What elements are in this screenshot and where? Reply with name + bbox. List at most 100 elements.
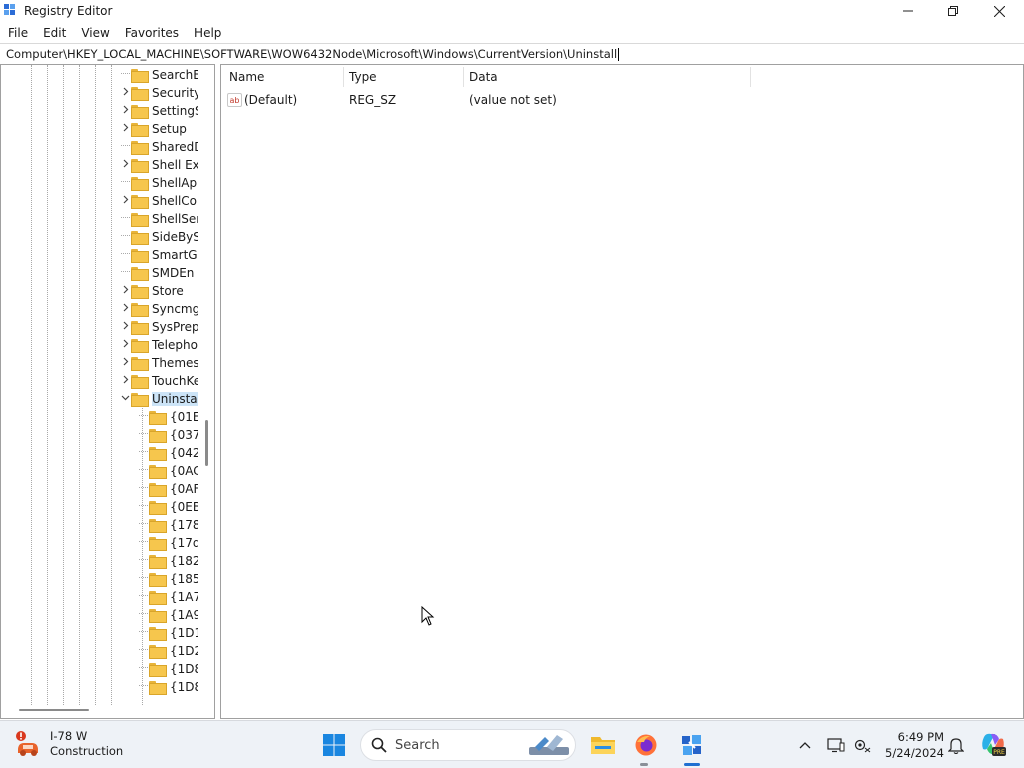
tree-subkey-item[interactable]: {0EB2 bbox=[137, 498, 198, 516]
menu-help[interactable]: Help bbox=[186, 26, 228, 40]
taskbar-search-box[interactable]: Search bbox=[360, 729, 576, 761]
value-type: REG_SZ bbox=[349, 93, 397, 107]
tree-connector bbox=[137, 591, 149, 603]
tree-subkey-item[interactable]: {01E7 bbox=[137, 408, 198, 426]
close-button[interactable] bbox=[976, 0, 1022, 22]
tree-key-item[interactable]: SMDEn bbox=[119, 264, 194, 282]
tree-key-item[interactable]: Setup bbox=[119, 120, 187, 138]
tree-key-label: SmartGl bbox=[152, 248, 198, 262]
tree-subkey-item[interactable]: {17d9 bbox=[137, 534, 198, 552]
chevron-right-icon[interactable] bbox=[119, 321, 131, 333]
tree-subkey-item[interactable]: {042c bbox=[137, 444, 198, 462]
column-header-name[interactable]: Name bbox=[229, 65, 264, 89]
tree-key-item[interactable]: Uninstal bbox=[119, 390, 198, 408]
copilot-button[interactable]: PRE bbox=[980, 731, 1006, 757]
tree-connector bbox=[137, 555, 149, 567]
tree-subkey-item[interactable]: {0374 bbox=[137, 426, 198, 444]
tree-horizontal-scrollbar[interactable] bbox=[19, 709, 89, 711]
tree-subkey-item[interactable]: {1784 bbox=[137, 516, 198, 534]
chevron-right-icon[interactable] bbox=[119, 195, 131, 207]
folder-icon bbox=[131, 159, 149, 173]
column-divider[interactable] bbox=[750, 67, 751, 87]
file-explorer-button[interactable] bbox=[585, 727, 621, 763]
tree-key-item[interactable]: ShellApp bbox=[119, 174, 198, 192]
tree-subkey-item[interactable]: {1A73 bbox=[137, 588, 198, 606]
show-hidden-icons-button[interactable] bbox=[795, 735, 815, 755]
tree-connector bbox=[137, 663, 149, 675]
chevron-right-icon[interactable] bbox=[119, 105, 131, 117]
tree-key-item[interactable]: SharedD bbox=[119, 138, 198, 156]
values-pane[interactable]: Name Type Data ab (Default) REG_SZ (valu… bbox=[220, 64, 1024, 719]
settings-tray-button[interactable] bbox=[852, 735, 872, 755]
tree-guide-line bbox=[111, 65, 112, 705]
restore-button[interactable] bbox=[930, 0, 976, 22]
tree-subkey-item[interactable]: {1D8E bbox=[137, 678, 198, 696]
tree-key-item[interactable]: Security bbox=[119, 84, 198, 102]
tree-key-item[interactable]: SysPrep bbox=[119, 318, 198, 336]
tree-subkey-item[interactable]: {0AC bbox=[137, 462, 198, 480]
tree-key-item[interactable]: SearchB bbox=[119, 66, 198, 84]
tree-key-label: SideBySi bbox=[152, 230, 198, 244]
value-row-default[interactable]: ab (Default) REG_SZ (value not set) bbox=[221, 90, 781, 110]
menu-edit[interactable]: Edit bbox=[35, 26, 73, 40]
chevron-down-icon[interactable] bbox=[119, 393, 131, 405]
tree-key-item[interactable]: Themes bbox=[119, 354, 198, 372]
tree-guide-line bbox=[31, 65, 32, 705]
taskbar: I-78 W Construction Search 6:49 PM 5/24/… bbox=[0, 720, 1024, 768]
tree-key-label: Uninstal bbox=[152, 392, 198, 406]
tree-subkey-item[interactable]: {0AF5 bbox=[137, 480, 198, 498]
chevron-right-icon[interactable] bbox=[119, 375, 131, 387]
tree-key-item[interactable]: Syncmg bbox=[119, 300, 198, 318]
notifications-button[interactable] bbox=[946, 735, 966, 755]
tree-key-item[interactable]: TouchKe bbox=[119, 372, 198, 390]
tree-connector bbox=[119, 249, 131, 261]
tree-key-item[interactable]: SmartGl bbox=[119, 246, 198, 264]
tree-key-item[interactable]: Shell Ext bbox=[119, 156, 198, 174]
display-tray-button[interactable] bbox=[826, 735, 846, 755]
tree-key-item[interactable]: Store bbox=[119, 282, 184, 300]
address-bar[interactable]: Computer\HKEY_LOCAL_MACHINE\SOFTWARE\WOW… bbox=[0, 43, 1024, 64]
tree-subkey-label: {0EB2 bbox=[170, 500, 198, 514]
chevron-right-icon[interactable] bbox=[119, 339, 131, 351]
address-path[interactable]: Computer\HKEY_LOCAL_MACHINE\SOFTWARE\WOW… bbox=[6, 47, 617, 61]
chevron-right-icon[interactable] bbox=[119, 303, 131, 315]
tree-subkey-item[interactable]: {182c bbox=[137, 552, 198, 570]
folder-icon bbox=[149, 447, 167, 461]
chevron-right-icon[interactable] bbox=[119, 123, 131, 135]
tree-key-label: TouchKe bbox=[152, 374, 198, 388]
key-tree-pane[interactable]: SearchB Security SettingS Setup SharedD Shell… bbox=[0, 64, 215, 719]
start-button[interactable] bbox=[316, 727, 352, 763]
chevron-right-icon[interactable] bbox=[119, 159, 131, 171]
chevron-right-icon[interactable] bbox=[119, 285, 131, 297]
tree-key-item[interactable]: ShellCor bbox=[119, 192, 198, 210]
tree-subkey-item[interactable]: {1D8E bbox=[137, 660, 198, 678]
weather-widget[interactable]: I-78 W Construction bbox=[14, 729, 123, 759]
minimize-button[interactable] bbox=[885, 0, 931, 22]
tree-subkey-label: {182c bbox=[170, 554, 198, 568]
menu-favorites[interactable]: Favorites bbox=[117, 26, 186, 40]
registry-editor-taskbar-button[interactable] bbox=[674, 727, 710, 763]
tree-key-item[interactable]: Telepho bbox=[119, 336, 198, 354]
firefox-button[interactable] bbox=[628, 727, 664, 763]
tree-key-item[interactable]: SideBySi bbox=[119, 228, 198, 246]
column-divider[interactable] bbox=[463, 67, 464, 87]
tree-subkey-item[interactable]: {1851 bbox=[137, 570, 198, 588]
tree-vertical-scrollbar[interactable] bbox=[205, 420, 208, 466]
tree-key-item[interactable]: ShellSen bbox=[119, 210, 198, 228]
tree-subkey-item[interactable]: {1A9 bbox=[137, 606, 198, 624]
column-header-type[interactable]: Type bbox=[349, 65, 377, 89]
tree-key-label: Security bbox=[152, 86, 198, 100]
menu-file[interactable]: File bbox=[0, 26, 35, 40]
chevron-right-icon[interactable] bbox=[119, 357, 131, 369]
column-header-data[interactable]: Data bbox=[469, 65, 498, 89]
notification-bell-icon bbox=[948, 737, 964, 754]
clock[interactable]: 6:49 PM 5/24/2024 bbox=[880, 729, 944, 761]
chevron-right-icon[interactable] bbox=[119, 87, 131, 99]
tree-subkey-item[interactable]: {1D1F bbox=[137, 624, 198, 642]
folder-icon bbox=[149, 663, 167, 677]
tree-key-item[interactable]: SettingS bbox=[119, 102, 198, 120]
folder-icon bbox=[149, 429, 167, 443]
menu-view[interactable]: View bbox=[73, 26, 116, 40]
tree-subkey-item[interactable]: {1D22 bbox=[137, 642, 198, 660]
column-divider[interactable] bbox=[343, 67, 344, 87]
